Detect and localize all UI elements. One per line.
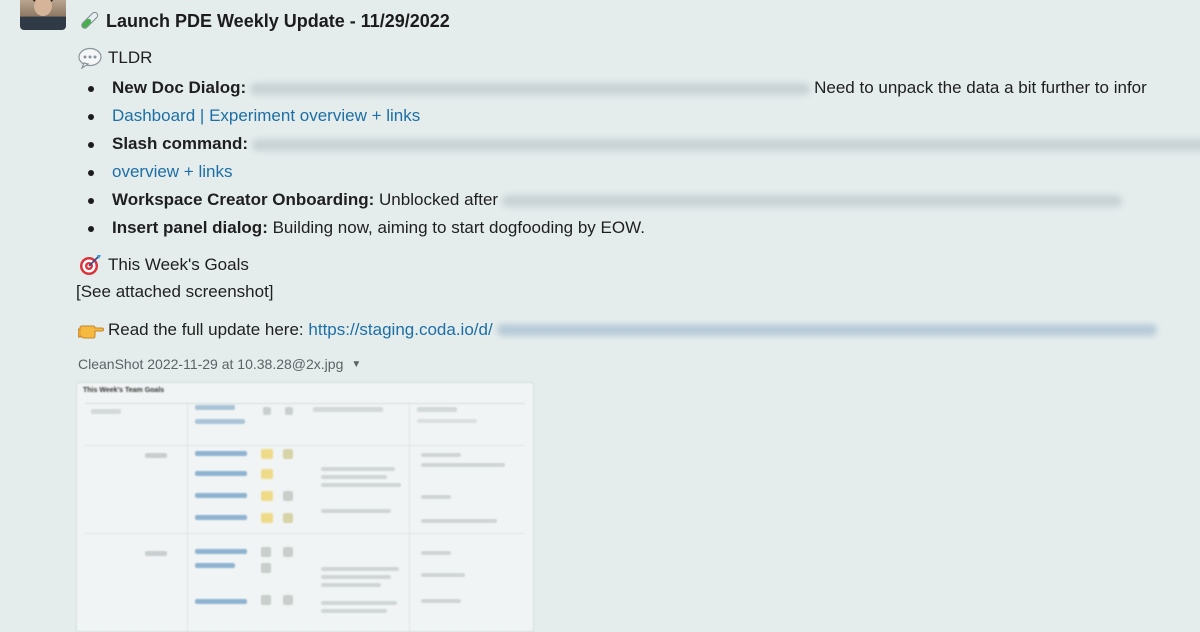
message-header: Launch PDE Weekly Update - 11/29/2022	[78, 8, 450, 34]
thumb-cell	[261, 595, 271, 605]
thumb-cell	[313, 407, 383, 412]
chevron-down-icon[interactable]: ▼	[351, 359, 361, 370]
goals-line: This Week's Goals	[78, 254, 249, 276]
list-item: Insert panel dialog: Building now, aimin…	[88, 214, 1200, 242]
staging-link[interactable]: https://staging.coda.io/d/	[308, 320, 492, 340]
thumb-cell	[321, 609, 387, 613]
thumb-cell	[195, 515, 247, 520]
thumb-cell	[195, 419, 245, 424]
thumb-cell	[91, 409, 121, 414]
thumb-cell	[421, 573, 465, 577]
tldr-label: TLDR	[108, 48, 153, 67]
bullet-label: New Doc Dialog:	[112, 78, 247, 97]
thumb-rule	[85, 533, 525, 534]
thumb-rule	[85, 445, 525, 446]
dashboard-link[interactable]: Dashboard	[112, 106, 195, 125]
list-item: New Doc Dialog: Need to unpack the data a…	[88, 74, 1200, 102]
read-full-label: Read the full update here:	[108, 320, 304, 339]
redacted-text	[250, 82, 811, 95]
thumb-cell	[195, 599, 247, 604]
goals-label: This Week's Goals	[108, 255, 249, 274]
thumb-cell	[321, 583, 381, 587]
bullet-text: Unblocked after	[379, 190, 499, 209]
avatar-face	[34, 0, 52, 16]
tldr-line: TLDR	[78, 47, 153, 70]
list-item-continuation: overview + links	[88, 158, 1200, 186]
thumb-cell	[283, 595, 293, 605]
thumb-cell	[261, 563, 271, 573]
thumb-cell	[321, 567, 399, 571]
attachment-header[interactable]: CleanShot 2022-11-29 at 10.38.28@2x.jpg …	[78, 356, 361, 372]
thumb-rule	[187, 403, 188, 631]
thumb-cell	[195, 549, 247, 554]
thumb-cell	[421, 463, 505, 467]
experiment-overview-link[interactable]: Experiment overview + links	[209, 106, 420, 125]
thumb-cell	[321, 601, 397, 605]
thumb-cell	[283, 449, 293, 459]
list-item: Workspace Creator Onboarding: Unblocked …	[88, 186, 1200, 214]
thumb-cell	[263, 407, 271, 415]
bullet-text: Need to unpack the data a bit further to…	[814, 78, 1147, 97]
thumb-cell	[421, 453, 461, 457]
thumb-cell	[261, 547, 271, 557]
list-item-continuation: Dashboard | Experiment overview + links	[88, 102, 1200, 130]
thumb-cell	[417, 419, 477, 423]
thumb-cell	[321, 475, 387, 479]
link-separator: |	[199, 106, 205, 125]
thumb-cell	[285, 407, 293, 415]
thumb-cell	[321, 575, 391, 579]
speech-balloon-icon	[78, 47, 102, 70]
message-title: Launch PDE Weekly Update - 11/29/2022	[106, 10, 450, 31]
pointing-hand-icon	[78, 319, 105, 341]
thumb-cell	[417, 407, 457, 412]
thumb-cell	[421, 495, 451, 499]
bullet-label: Slash command:	[112, 134, 249, 153]
redacted-link	[496, 324, 1157, 336]
thumb-cell	[283, 491, 293, 501]
redacted-text	[252, 138, 1200, 151]
thumb-cell	[321, 483, 401, 487]
thumb-cell	[261, 491, 273, 501]
test-tube-icon	[78, 10, 100, 32]
thumb-cell	[421, 519, 497, 523]
thumb-cell	[145, 453, 167, 458]
thumb-rule	[85, 403, 525, 404]
thumb-cell	[195, 563, 235, 568]
tldr-bullet-list: New Doc Dialog: Need to unpack the data a…	[88, 74, 1200, 242]
thumbnail-title: This Week's Team Goals	[83, 387, 165, 394]
thumb-cell	[283, 547, 293, 557]
thumb-cell	[321, 467, 395, 471]
thumb-cell	[261, 449, 273, 459]
thumb-cell	[261, 513, 273, 523]
bullet-label: Workspace Creator Onboarding:	[112, 190, 375, 209]
list-item: Slash command:	[88, 130, 1200, 158]
thumb-cell	[283, 513, 293, 523]
thumb-rule	[409, 403, 410, 631]
bullet-text: Building now, aiming to start dogfooding…	[272, 218, 645, 237]
goals-note: [See attached screenshot]	[76, 282, 274, 301]
bullet-label: Insert panel dialog:	[112, 218, 268, 237]
thumb-cell	[195, 471, 247, 476]
thumb-cell	[195, 405, 235, 410]
attachment-thumbnail[interactable]: This Week's Team Goals	[76, 382, 534, 632]
thumb-cell	[195, 451, 247, 456]
thumb-cell	[195, 493, 247, 498]
overview-links-link[interactable]: overview + links	[112, 162, 232, 181]
redacted-text	[502, 194, 1123, 207]
avatar[interactable]	[20, 0, 66, 30]
thumb-cell	[261, 469, 273, 479]
thumb-cell	[421, 599, 461, 603]
attachment-filename[interactable]: CleanShot 2022-11-29 at 10.38.28@2x.jpg	[78, 356, 343, 372]
dart-target-icon	[78, 254, 102, 276]
thumb-cell	[321, 509, 391, 513]
thumb-cell	[145, 551, 167, 556]
thumb-cell	[421, 551, 451, 555]
read-full-line: Read the full update here: https://stagi…	[78, 319, 1200, 341]
